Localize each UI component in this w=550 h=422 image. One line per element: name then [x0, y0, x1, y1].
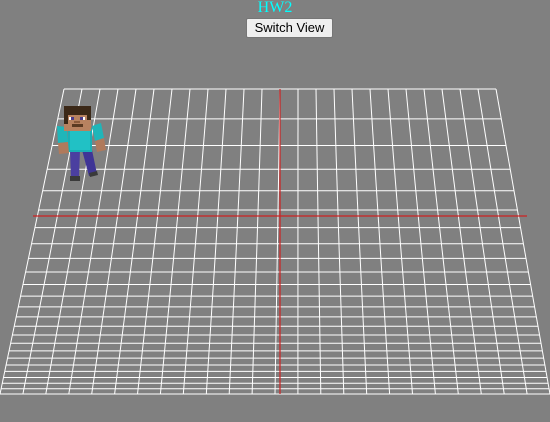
grid-line-converging	[228, 88, 245, 395]
grid-line-converging	[459, 88, 505, 395]
grid-line-converging	[405, 88, 436, 395]
grid-line-converging	[182, 88, 209, 395]
webgl-canvas[interactable]	[0, 0, 550, 422]
webgl-page: HW2 Switch View	[0, 0, 550, 422]
grid-line-converging	[495, 88, 550, 395]
grid-line-converging	[387, 88, 413, 395]
grid-line-converging	[274, 88, 281, 395]
grid-line-converging	[441, 88, 482, 395]
grid-line-converging	[333, 88, 345, 395]
grid-line-converging	[205, 88, 227, 395]
grid-line-converging	[477, 88, 528, 395]
switch-view-button[interactable]: Switch View	[246, 18, 333, 38]
grid-line-converging	[159, 88, 191, 395]
grid-line-converging	[251, 88, 263, 395]
grid-line-converging	[423, 88, 459, 395]
grid-line-converging	[114, 88, 155, 395]
page-title: HW2	[257, 0, 293, 16]
grid-line-converging	[137, 88, 173, 395]
grid-line-converging	[351, 88, 368, 395]
grid-line-converging	[369, 88, 391, 395]
grid-line-converging	[315, 88, 322, 395]
